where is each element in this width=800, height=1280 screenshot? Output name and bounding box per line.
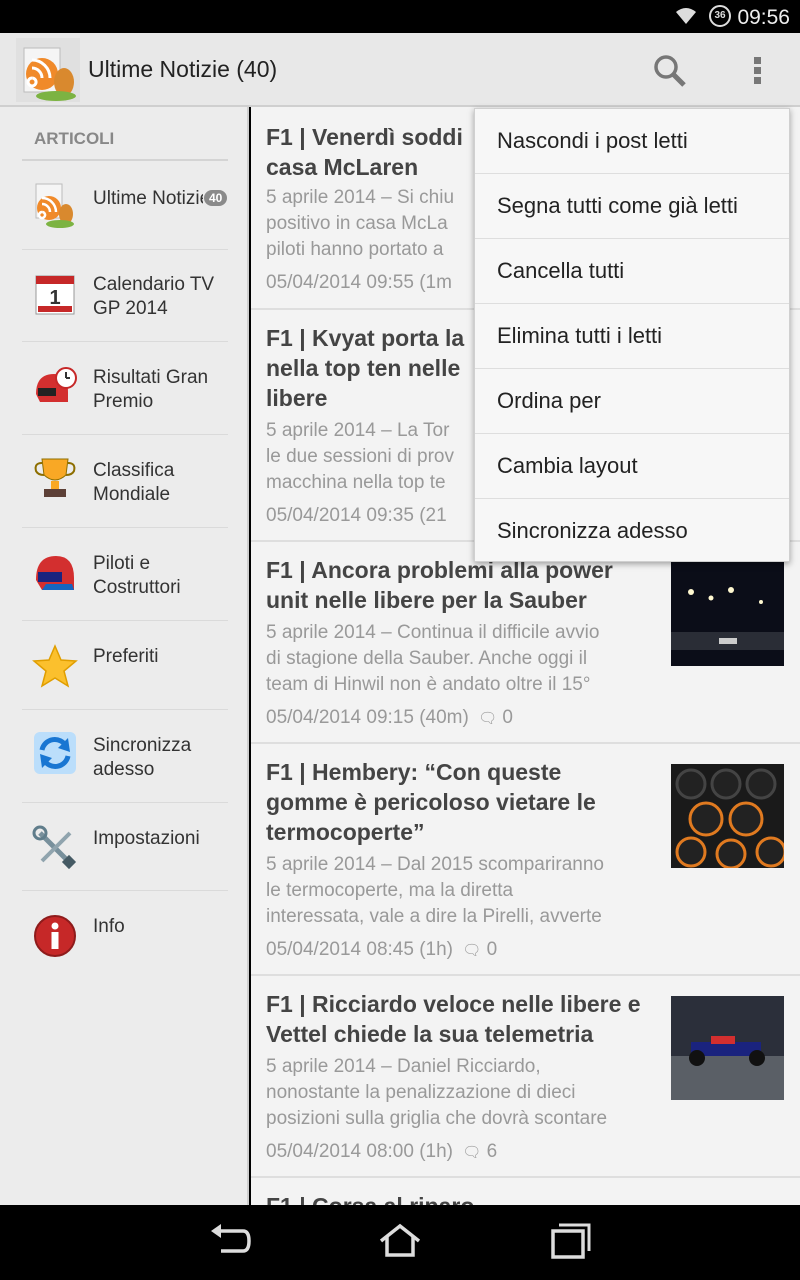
navigation-bar bbox=[0, 1205, 800, 1280]
article-item[interactable]: F1 | Ricciardo veloce nelle libere e Vett… bbox=[251, 976, 800, 1178]
home-icon[interactable] bbox=[377, 1221, 423, 1261]
comment-icon: 🗨 bbox=[462, 942, 482, 959]
menu-item-label: Ordina per bbox=[497, 388, 601, 413]
menu-item-nascondi-letti[interactable]: Nascondi i post letti bbox=[475, 109, 789, 174]
divider bbox=[22, 159, 228, 161]
comment-count: 0 bbox=[502, 707, 513, 728]
sidebar-item-label: Ultime Notizie bbox=[93, 188, 203, 209]
menu-item-label: Elimina tutti i letti bbox=[497, 323, 663, 348]
sidebar-header: ARTICOLI bbox=[34, 129, 115, 148]
search-icon[interactable] bbox=[648, 51, 692, 91]
info-icon bbox=[34, 915, 76, 957]
helmet-clock-icon bbox=[36, 367, 77, 402]
sidebar-item-label: Info bbox=[93, 916, 125, 937]
sidebar-item-classifica[interactable]: Classifica Mondiale bbox=[22, 435, 228, 528]
sidebar-item-label: Calendario TV GP 2014 bbox=[93, 274, 215, 319]
article-meta: 05/04/2014 08:00 (1h) 🗨 6 bbox=[266, 1141, 498, 1162]
article-title: F1 | Hembery: “Con queste gomme è pericol… bbox=[266, 759, 596, 845]
sidebar-item-label: Preferiti bbox=[93, 646, 159, 667]
status-time: 09:56 bbox=[737, 6, 790, 29]
article-title: F1 | Corsa al riparo bbox=[266, 1191, 474, 1205]
unread-count-badge: 40 bbox=[204, 190, 228, 206]
article-meta: 05/04/2014 08:45 (1h) 🗨 0 bbox=[266, 939, 498, 960]
helmet-icon bbox=[36, 556, 74, 590]
article-thumbnail bbox=[671, 764, 784, 868]
menu-item-label: Cambia layout bbox=[497, 453, 638, 478]
sidebar-item-info[interactable]: Info bbox=[22, 891, 228, 979]
menu-item-cambia-layout[interactable]: Cambia layout bbox=[475, 434, 789, 499]
rss-icon bbox=[35, 183, 74, 228]
comment-count: 6 bbox=[486, 1141, 498, 1162]
sidebar-item-sincronizza[interactable]: Sincronizza adesso bbox=[22, 710, 228, 803]
menu-item-ordina-per[interactable]: Ordina per bbox=[475, 369, 789, 434]
article-meta: 05/04/2014 09:55 (1m bbox=[266, 272, 452, 293]
sidebar-item-calendario[interactable]: 1 Calendario TV GP 2014 bbox=[22, 250, 228, 342]
overflow-menu: Nascondi i post letti Segna tutti come g… bbox=[474, 108, 790, 562]
status-bar: 36 09:56 bbox=[0, 0, 800, 33]
menu-item-label: Cancella tutti bbox=[497, 258, 625, 283]
article-title: F1 | Ancora problemi alla power unit nell… bbox=[266, 557, 613, 613]
article-meta: 05/04/2014 09:35 (21 bbox=[266, 505, 447, 526]
menu-item-label: Segna tutti come già letti bbox=[497, 193, 738, 218]
page-title: Ultime Notizie (40) bbox=[88, 56, 278, 82]
sidebar-item-label: Piloti e Costruttori bbox=[93, 553, 181, 598]
comment-icon: 🗨 bbox=[478, 710, 498, 727]
svg-text:1: 1 bbox=[49, 287, 60, 309]
article-item[interactable]: F1 | Ancora problemi alla power unit nell… bbox=[251, 542, 800, 744]
article-meta: 05/04/2014 09:15 (40m) 🗨 0 bbox=[266, 707, 513, 728]
trophy-icon bbox=[34, 458, 76, 497]
wifi-icon bbox=[676, 8, 696, 24]
sidebar: ARTICOLI Ultime Notizie 40 1 Calendario … bbox=[0, 107, 249, 1205]
sidebar-item-label: Risultati Gran Premio bbox=[93, 367, 209, 412]
sidebar-item-impostazioni[interactable]: Impostazioni bbox=[22, 803, 228, 891]
sidebar-item-preferiti[interactable]: Preferiti bbox=[22, 621, 228, 710]
article-excerpt: 5 aprile 2014 – Daniel Ricciardo, nonosta… bbox=[266, 1056, 608, 1129]
star-icon bbox=[32, 644, 78, 688]
article-item[interactable]: F1 | Hembery: “Con queste gomme è pericol… bbox=[251, 744, 800, 976]
recent-apps-icon[interactable] bbox=[547, 1221, 593, 1261]
sync-icon bbox=[34, 732, 76, 774]
sidebar-item-label: Impostazioni bbox=[93, 828, 200, 849]
article-thumbnail bbox=[671, 562, 784, 666]
menu-item-label: Sincronizza adesso bbox=[497, 518, 688, 543]
comment-count: 0 bbox=[486, 939, 498, 960]
menu-item-sincronizza[interactable]: Sincronizza adesso bbox=[475, 499, 789, 564]
article-excerpt: 5 aprile 2014 – Dal 2015 scompariranno le… bbox=[266, 854, 604, 927]
sidebar-item-label: Classifica Mondiale bbox=[93, 460, 175, 505]
article-thumbnail bbox=[671, 996, 784, 1100]
sidebar-item-risultati[interactable]: Risultati Gran Premio bbox=[22, 342, 228, 435]
sidebar-item-label: Sincronizza adesso bbox=[93, 735, 192, 780]
menu-item-label: Nascondi i post letti bbox=[497, 128, 688, 153]
overflow-menu-icon[interactable] bbox=[740, 51, 774, 91]
sidebar-item-piloti[interactable]: Piloti e Costruttori bbox=[22, 528, 228, 621]
article-excerpt: 5 aprile 2014 – Continua il difficile av… bbox=[266, 622, 600, 695]
back-icon[interactable] bbox=[207, 1221, 253, 1261]
menu-item-elimina-letti[interactable]: Elimina tutti i letti bbox=[475, 304, 789, 369]
battery-icon: 36 bbox=[709, 5, 731, 27]
article-excerpt: 5 aprile 2014 – Si chiu positivo in casa … bbox=[266, 187, 455, 260]
app-logo-icon[interactable] bbox=[16, 38, 80, 102]
tools-icon bbox=[32, 825, 77, 870]
sidebar-item-ultime-notizie[interactable]: Ultime Notizie 40 bbox=[22, 162, 228, 250]
menu-item-segna-letti[interactable]: Segna tutti come già letti bbox=[475, 174, 789, 239]
action-bar: Ultime Notizie (40) bbox=[0, 33, 800, 107]
menu-item-cancella-tutti[interactable]: Cancella tutti bbox=[475, 239, 789, 304]
article-title: F1 | Ricciardo veloce nelle libere e Vett… bbox=[266, 991, 641, 1047]
comment-icon: 🗨 bbox=[462, 1144, 482, 1161]
calendar-icon: 1 bbox=[35, 275, 75, 315]
article-title: F1 | Venerdì soddi casa McLaren bbox=[266, 124, 463, 180]
article-item[interactable]: F1 | Corsa al riparo bbox=[251, 1178, 800, 1205]
article-excerpt: 5 aprile 2014 – La Tor le due sessioni di… bbox=[266, 420, 454, 493]
article-title: F1 | Kvyat porta la nella top ten nelle li… bbox=[266, 325, 465, 411]
